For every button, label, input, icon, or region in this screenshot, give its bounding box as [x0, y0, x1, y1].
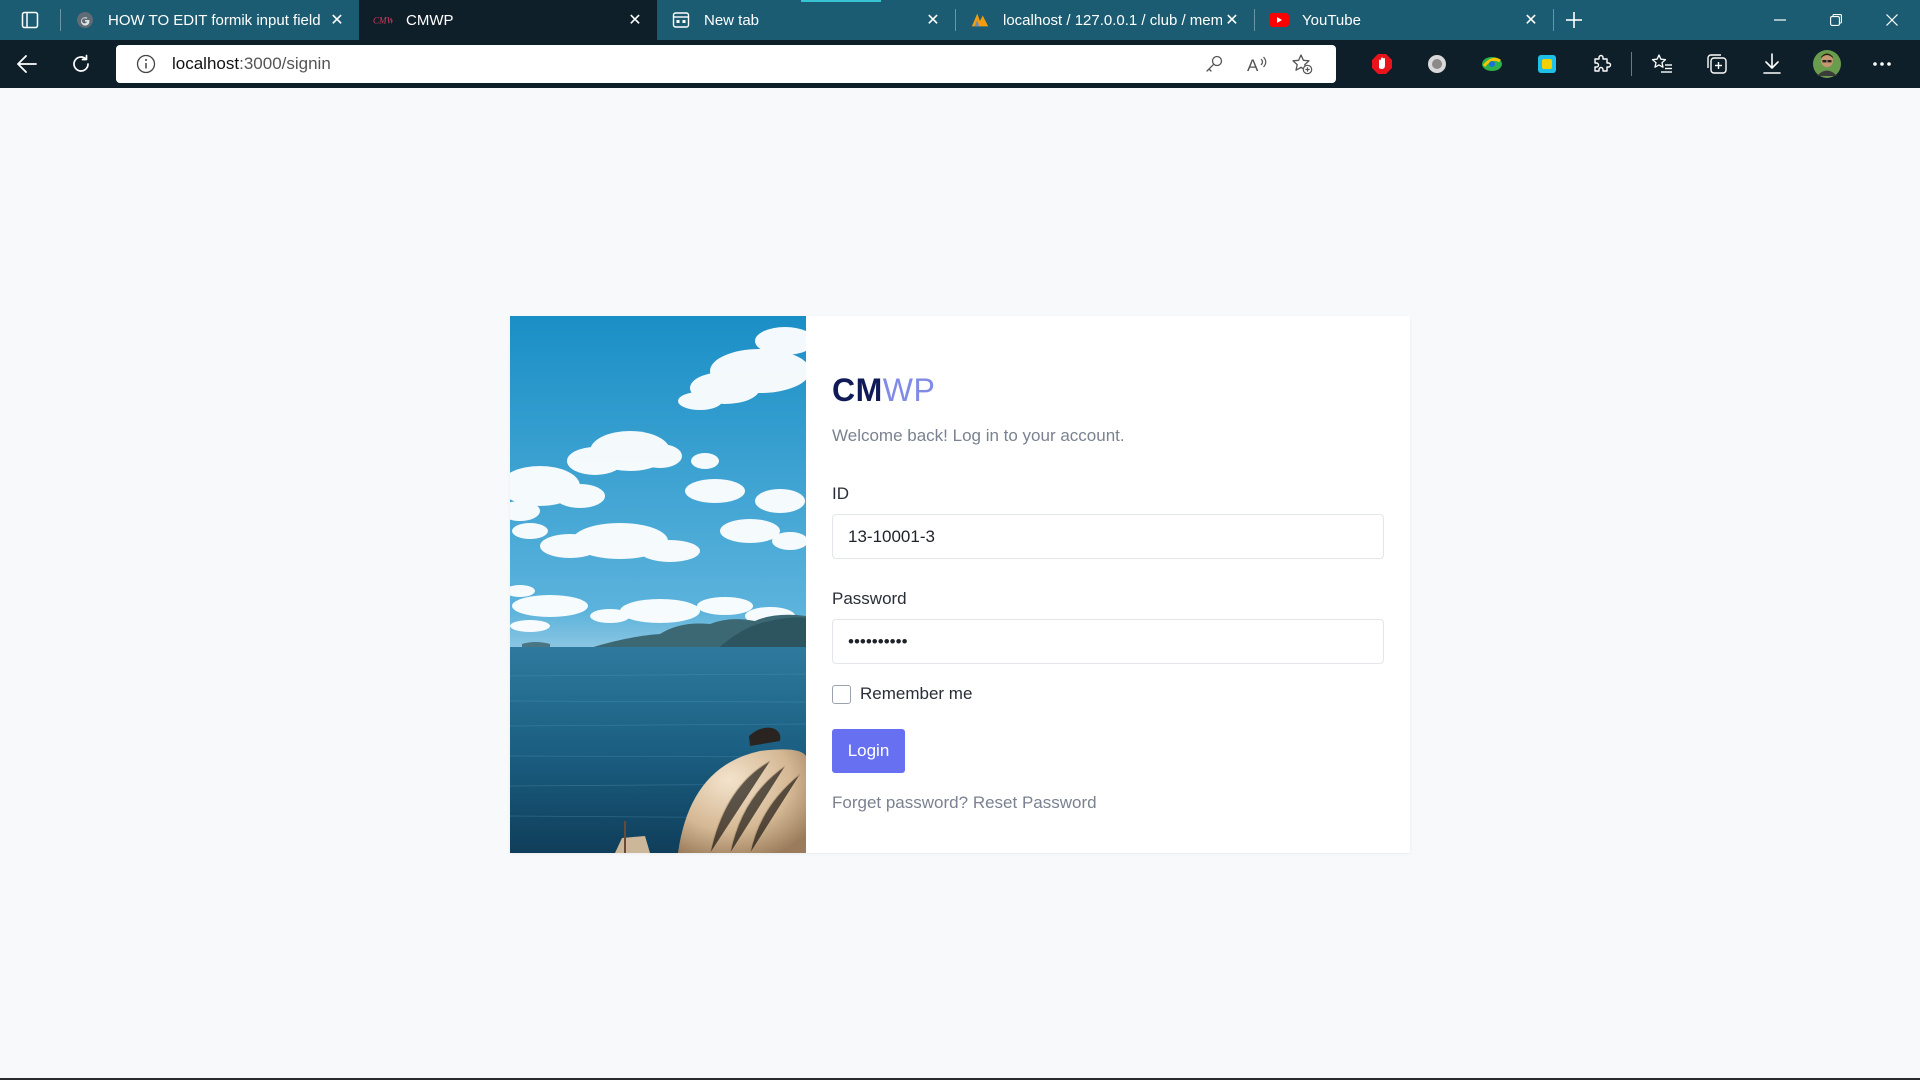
address-bar[interactable]: localhost:3000/signin A: [116, 45, 1336, 83]
brand-bold: CM: [832, 372, 883, 408]
close-tab-icon[interactable]: ✕: [1521, 10, 1541, 30]
favorites-list-icon: [1651, 54, 1672, 73]
back-button[interactable]: [0, 40, 54, 88]
login-card: CMWP Welcome back! Log in to your accoun…: [510, 316, 1410, 853]
id-label: ID: [832, 484, 849, 503]
extension-button-2[interactable]: [1409, 40, 1464, 88]
tab-title: YouTube: [1302, 11, 1361, 29]
google-icon: [75, 10, 95, 30]
brand-light: WP: [882, 372, 936, 408]
tab-actions-icon: [21, 11, 39, 29]
collections-button[interactable]: [1689, 40, 1744, 88]
minimize-button[interactable]: [1752, 0, 1808, 40]
tab-phpmyadmin[interactable]: localhost / 127.0.0.1 / club / mem ✕: [956, 0, 1254, 40]
tab-indicator: [801, 0, 881, 2]
remember-me-label[interactable]: Remember me: [860, 684, 972, 704]
tab-title: CMWP: [406, 11, 454, 29]
page-content: CMWP Welcome back! Log in to your accoun…: [0, 88, 1920, 1078]
tab-youtube[interactable]: YouTube ✕: [1255, 0, 1553, 40]
restore-button[interactable]: [1808, 0, 1864, 40]
close-tab-icon[interactable]: ✕: [625, 10, 645, 30]
puzzle-icon: [1593, 54, 1611, 72]
tab-cmwp[interactable]: CMWP CMWP ✕: [359, 0, 657, 40]
avatar: [1812, 50, 1841, 78]
more-icon: [1872, 62, 1891, 66]
extensions-area: [1354, 40, 1909, 88]
remember-me-row: Remember me: [832, 684, 1384, 704]
url-host: localhost: [172, 54, 240, 73]
login-form: CMWP Welcome back! Log in to your accoun…: [806, 316, 1410, 853]
url-text[interactable]: localhost:3000/signin: [172, 54, 1192, 74]
tab-title: HOW TO EDIT formik input field: [108, 11, 321, 29]
extension-globe-icon: [1481, 57, 1502, 71]
password-key-icon[interactable]: [1192, 45, 1236, 83]
extension-circle-icon: [1427, 55, 1446, 73]
svg-text:CMWP: CMWP: [373, 16, 393, 26]
password-label: Password: [832, 589, 907, 608]
refresh-button[interactable]: [54, 40, 108, 88]
collections-icon: [1706, 54, 1727, 74]
password-input[interactable]: [832, 619, 1384, 664]
extension-adblock-button[interactable]: [1354, 40, 1409, 88]
brand-logo: CMWP: [832, 374, 1384, 406]
youtube-icon: [1269, 10, 1289, 30]
tab-google-search[interactable]: HOW TO EDIT formik input field ✕: [61, 0, 359, 40]
tab-title: localhost / 127.0.0.1 / club / mem: [1003, 11, 1222, 29]
cmwp-icon: CMWP: [373, 10, 393, 30]
add-favorite-icon[interactable]: [1280, 45, 1324, 83]
extension-button-3[interactable]: [1464, 40, 1519, 88]
browser-toolbar: localhost:3000/signin A: [0, 40, 1920, 88]
reset-password-link[interactable]: Reset Password: [973, 793, 1097, 812]
window-controls: [1752, 0, 1920, 40]
tab-actions-button[interactable]: [0, 0, 60, 40]
tab-new-tab[interactable]: New tab ✕: [657, 0, 955, 40]
profile-button[interactable]: [1799, 40, 1854, 88]
settings-more-button[interactable]: [1854, 40, 1909, 88]
forgot-password-row: Forget password? Reset Password: [832, 793, 1384, 813]
refresh-icon: [73, 54, 89, 72]
toolbar-separator: [1631, 52, 1632, 76]
hero-image: [510, 316, 806, 853]
read-aloud-icon[interactable]: A: [1236, 45, 1280, 83]
close-icon: [1886, 14, 1898, 26]
extensions-button[interactable]: [1574, 40, 1629, 88]
close-tab-icon[interactable]: ✕: [327, 10, 347, 30]
back-arrow-icon: [17, 55, 37, 73]
svg-text:A: A: [1247, 56, 1259, 74]
tab-strip: HOW TO EDIT formik input field ✕ CMWP CM…: [0, 0, 1920, 40]
favorites-button[interactable]: [1634, 40, 1689, 88]
extension-square-icon: [1537, 55, 1556, 73]
plus-icon: [1566, 12, 1582, 28]
remember-me-checkbox[interactable]: [832, 684, 851, 704]
extension-button-4[interactable]: [1519, 40, 1574, 88]
phpmyadmin-icon: [970, 10, 990, 30]
welcome-text: Welcome back! Log in to your account.: [832, 426, 1125, 445]
new-tab-page-icon: [671, 10, 691, 30]
minimize-icon: [1774, 19, 1786, 21]
downloads-button[interactable]: [1744, 40, 1799, 88]
new-tab-button[interactable]: [1554, 0, 1594, 40]
close-tab-icon[interactable]: ✕: [923, 10, 943, 30]
login-button[interactable]: Login: [832, 729, 905, 773]
close-tab-icon[interactable]: ✕: [1222, 10, 1242, 30]
id-input[interactable]: [832, 514, 1384, 559]
url-path: :3000/signin: [239, 54, 331, 73]
tab-title: New tab: [704, 11, 760, 29]
restore-icon: [1830, 14, 1842, 26]
adblock-icon: [1371, 54, 1392, 74]
download-icon: [1762, 53, 1781, 74]
forgot-password-text: Forget password?: [832, 793, 969, 812]
close-window-button[interactable]: [1864, 0, 1920, 40]
site-info-icon[interactable]: [136, 54, 156, 74]
